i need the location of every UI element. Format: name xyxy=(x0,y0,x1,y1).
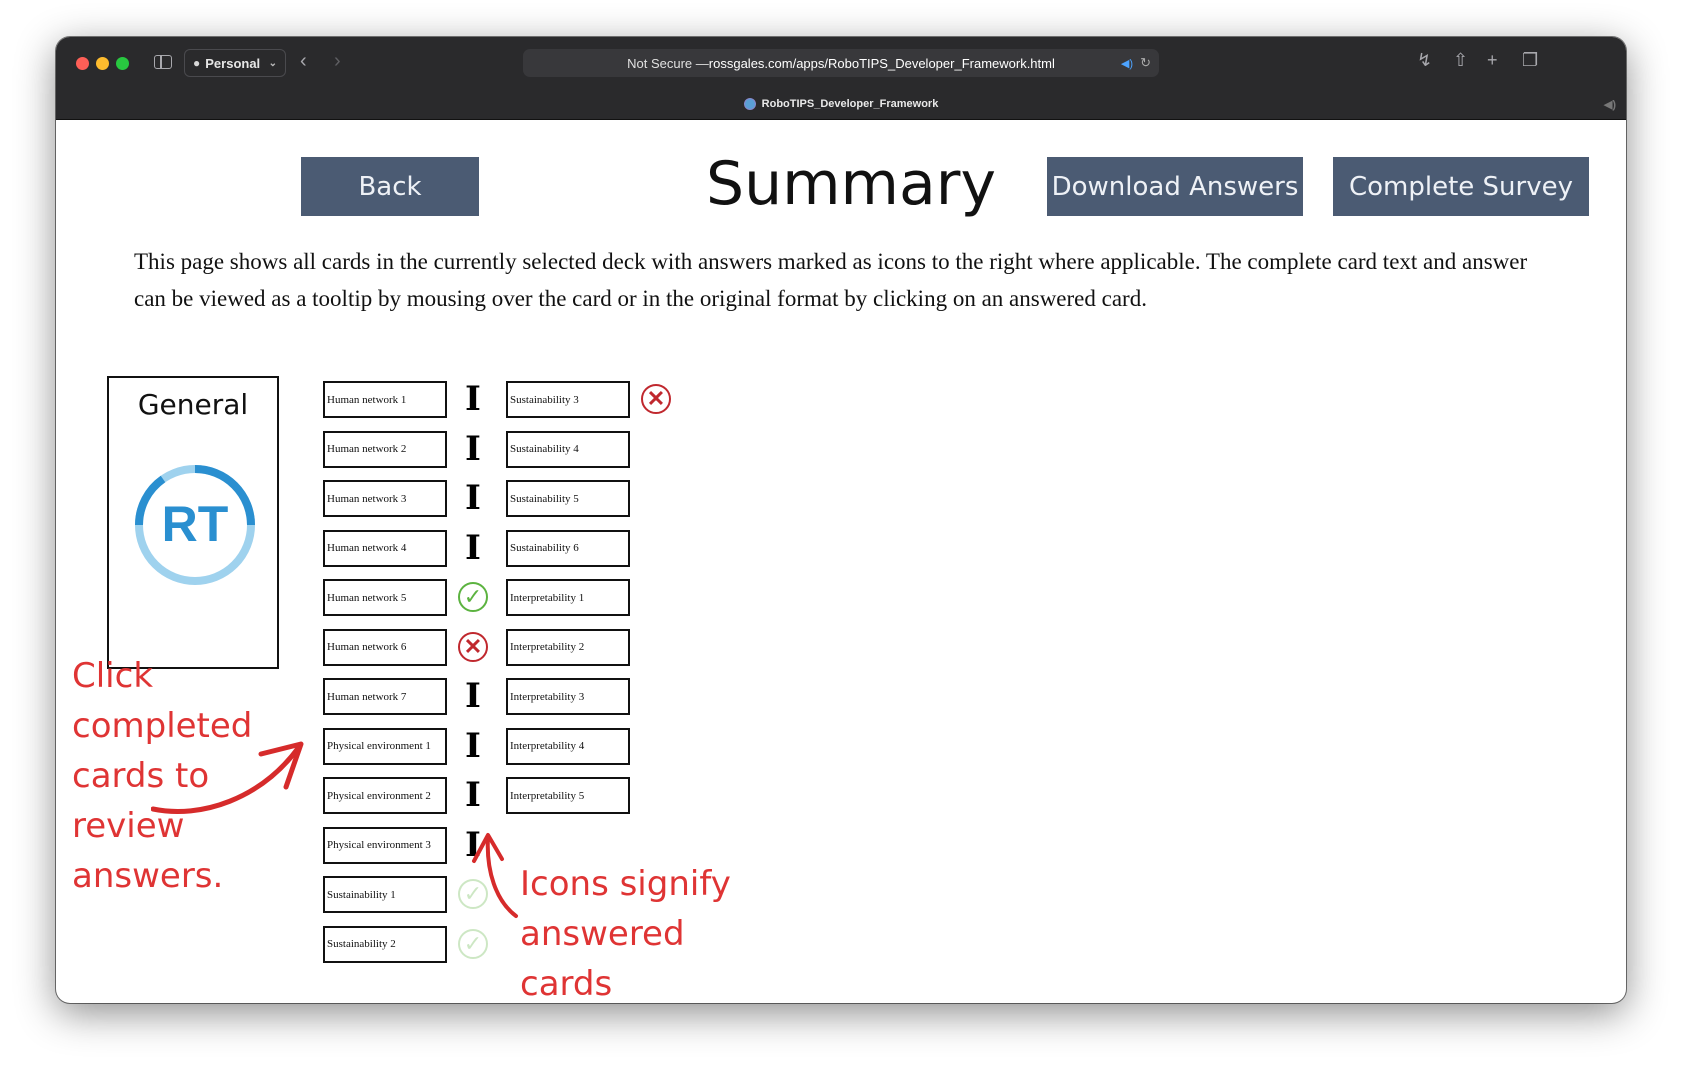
card-interpretability-4[interactable]: Interpretability 4 xyxy=(506,727,630,765)
card-sustainability-4[interactable]: Sustainability 4 xyxy=(506,430,630,468)
cross-icon: ✕ xyxy=(641,384,671,414)
speaker-icon[interactable]: ◀) xyxy=(1121,57,1133,70)
svg-text:RT: RT xyxy=(162,496,229,552)
robotips-logo-icon: RT xyxy=(134,465,255,585)
zoom-window-button[interactable] xyxy=(116,57,129,70)
download-icon[interactable]: ↯ xyxy=(1417,50,1432,71)
annotation-arrow-left xyxy=(151,741,304,814)
tab-title: RoboTIPS_Developer_Framework xyxy=(761,98,939,110)
close-window-button[interactable] xyxy=(76,57,89,70)
forward-nav-icon[interactable]: › xyxy=(334,51,341,71)
deck-card-general[interactable]: General RT xyxy=(107,376,279,669)
favicon-icon xyxy=(743,98,756,110)
card-human-network-1[interactable]: Human network 1 xyxy=(323,381,447,418)
text-cursor-icon: I xyxy=(465,478,481,518)
answer-cross-icon: ✕ xyxy=(639,382,673,416)
card-sustainability-1[interactable]: Sustainability 1 xyxy=(323,876,447,913)
card-physical-environment-3[interactable]: Physical environment 3 xyxy=(323,826,447,864)
tab-bar[interactable]: RoboTIPS_Developer_Framework ◀) xyxy=(56,89,1626,119)
sidebar-toggle-icon[interactable] xyxy=(154,55,172,69)
card-sustainability-3[interactable]: Sustainability 3 xyxy=(506,381,630,418)
card-human-network-2[interactable]: Human network 2 xyxy=(323,430,447,468)
deck-title: General xyxy=(137,388,249,421)
check-icon: ✓ xyxy=(458,928,488,959)
profile-switcher[interactable]: ● Personal ⌄ xyxy=(184,49,286,77)
card-human-network-6[interactable]: Human network 6 xyxy=(323,628,447,666)
back-nav-icon[interactable]: ‹ xyxy=(300,51,307,71)
share-icon[interactable]: ⇧ xyxy=(1453,50,1468,71)
minimize-window-button[interactable] xyxy=(96,57,109,70)
answer-cross-icon: ✕ xyxy=(456,630,490,664)
reload-icon[interactable]: ↻ xyxy=(1140,55,1151,71)
card-interpretability-3[interactable]: Interpretability 3 xyxy=(506,678,630,715)
answer-check-icon: ✓ xyxy=(456,580,490,614)
annotation-icons-signify: Icons signify answered cards xyxy=(520,864,731,1003)
card-human-network-7[interactable]: Human network 7 xyxy=(323,678,447,715)
card-human-network-5[interactable]: Human network 5 xyxy=(323,579,447,616)
card-human-network-4[interactable]: Human network 4 xyxy=(323,529,447,567)
download-answers-button[interactable]: Download Answers xyxy=(1047,157,1303,216)
back-button[interactable]: Back xyxy=(301,157,479,216)
new-tab-icon[interactable]: + xyxy=(1487,50,1498,71)
text-cursor-icon: I xyxy=(465,775,481,815)
browser-toolbar: ● Personal ⌄ ‹ › Not Secure — rossgales.… xyxy=(56,37,1626,120)
person-icon: ● xyxy=(193,56,201,70)
tab-overview-icon[interactable]: ❐ xyxy=(1522,50,1538,71)
check-icon: ✓ xyxy=(458,582,488,612)
text-cursor-icon: I xyxy=(465,676,481,716)
answer-check-icon: ✓ xyxy=(456,927,490,961)
not-secure-label: Not Secure — xyxy=(627,55,709,71)
card-sustainability-5[interactable]: Sustainability 5 xyxy=(506,480,630,517)
url-text: rossgales.com/apps/RoboTIPS_Developer_Fr… xyxy=(708,55,1055,71)
browser-window: ● Personal ⌄ ‹ › Not Secure — rossgales.… xyxy=(56,37,1626,1003)
summary-page: Back Summary Download Answers Complete S… xyxy=(56,119,1626,1003)
card-sustainability-6[interactable]: Sustainability 6 xyxy=(506,529,630,567)
card-human-network-3[interactable]: Human network 3 xyxy=(323,480,447,517)
cross-icon: ✕ xyxy=(458,631,488,662)
text-cursor-icon: I xyxy=(465,379,481,419)
page-title: Summary xyxy=(706,149,996,219)
card-interpretability-1[interactable]: Interpretability 1 xyxy=(506,579,630,616)
tab-audio-icon[interactable]: ◀) xyxy=(1604,98,1616,111)
profile-label: Personal xyxy=(205,55,261,71)
card-physical-environment-2[interactable]: Physical environment 2 xyxy=(323,777,447,814)
text-cursor-icon: I xyxy=(465,725,481,766)
address-bar[interactable]: Not Secure — rossgales.com/apps/RoboTIPS… xyxy=(523,49,1159,77)
card-sustainability-2[interactable]: Sustainability 2 xyxy=(323,925,447,963)
text-cursor-icon: I xyxy=(465,527,481,568)
page-description: This page shows all cards in the current… xyxy=(134,249,1528,311)
card-physical-environment-1[interactable]: Physical environment 1 xyxy=(323,727,447,765)
complete-survey-button[interactable]: Complete Survey xyxy=(1333,157,1589,216)
card-interpretability-5[interactable]: Interpretability 5 xyxy=(506,777,630,814)
annotation-arrow-bottom xyxy=(472,833,518,918)
card-interpretability-2[interactable]: Interpretability 2 xyxy=(506,628,630,666)
chevron-down-icon: ⌄ xyxy=(268,57,277,69)
text-cursor-icon: I xyxy=(465,428,481,469)
